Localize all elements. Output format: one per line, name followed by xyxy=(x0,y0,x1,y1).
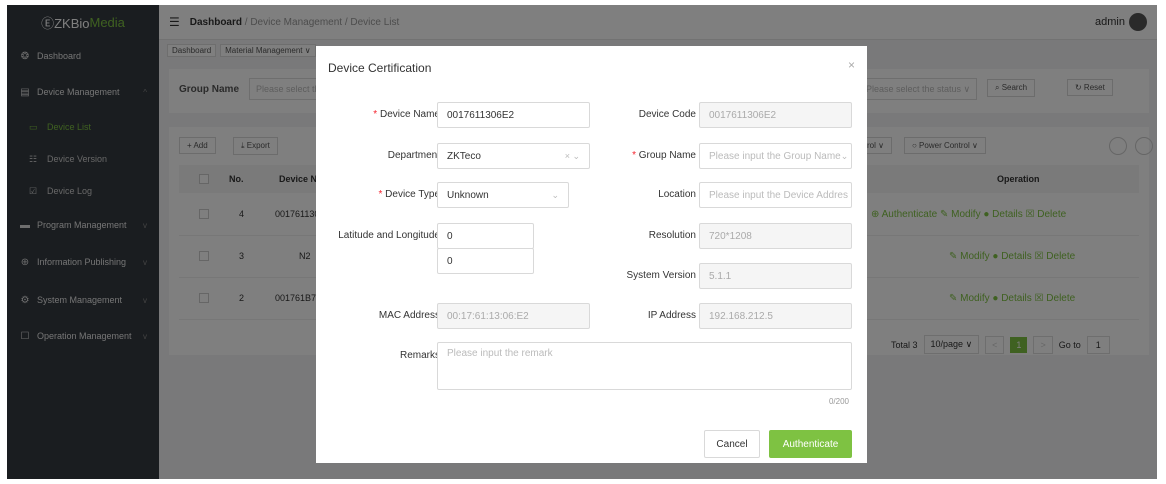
location-label: Location xyxy=(658,189,696,200)
device-code-input: 0017611306E2 xyxy=(699,102,852,128)
location-input[interactable]: Please input the Device Addres xyxy=(699,182,852,208)
clear-chevron-icon[interactable]: × ⌄ xyxy=(565,151,580,162)
department-select[interactable]: ZKTeco × ⌄ xyxy=(437,143,590,169)
latitude-input[interactable]: 0 xyxy=(437,223,534,249)
device-certification-dialog: Device Certification × * Device Name 001… xyxy=(316,46,867,463)
remarks-label: Remarks xyxy=(399,350,440,361)
department-label: Department xyxy=(387,150,440,161)
remarks-counter: 0/200 xyxy=(828,397,849,406)
latlng-label: Latitude and Longitude xyxy=(338,230,440,241)
remarks-textarea[interactable]: Please input the remark xyxy=(437,342,852,390)
system-version-input: 5.1.1 xyxy=(699,263,852,289)
group-name-select[interactable]: Please input the Group Name ⌄ xyxy=(699,143,852,169)
ip-address-label: IP Address xyxy=(647,310,696,321)
device-name-input[interactable]: 0017611306E2 xyxy=(437,102,590,128)
mac-address-input: 00:17:61:13:06:E2 xyxy=(437,303,590,329)
device-name-label: * Device Name xyxy=(373,109,440,120)
authenticate-button[interactable]: Authenticate xyxy=(769,430,852,458)
close-icon[interactable]: × xyxy=(848,58,855,72)
system-version-label: System Version xyxy=(626,270,696,281)
device-code-label: Device Code xyxy=(638,109,696,120)
chevron-down-icon: ⌄ xyxy=(840,150,849,161)
ip-address-input: 192.168.212.5 xyxy=(699,303,852,329)
chevron-down-icon: ⌄ xyxy=(551,189,559,200)
dialog-title: Device Certification xyxy=(328,61,432,75)
cancel-button[interactable]: Cancel xyxy=(704,430,760,458)
device-type-select[interactable]: Unknown ⌄ xyxy=(437,182,569,208)
resolution-input: 720*1208 xyxy=(699,223,852,249)
device-type-label: * Device Type xyxy=(378,189,440,200)
mac-address-label: MAC Address xyxy=(378,310,440,321)
resolution-label: Resolution xyxy=(648,230,696,241)
longitude-input[interactable]: 0 xyxy=(437,248,534,274)
app-window: ⒺZKBio Media ❂ Dashboard ▤ Device Manage… xyxy=(7,5,1157,479)
group-name-label: * Group Name xyxy=(632,150,696,161)
